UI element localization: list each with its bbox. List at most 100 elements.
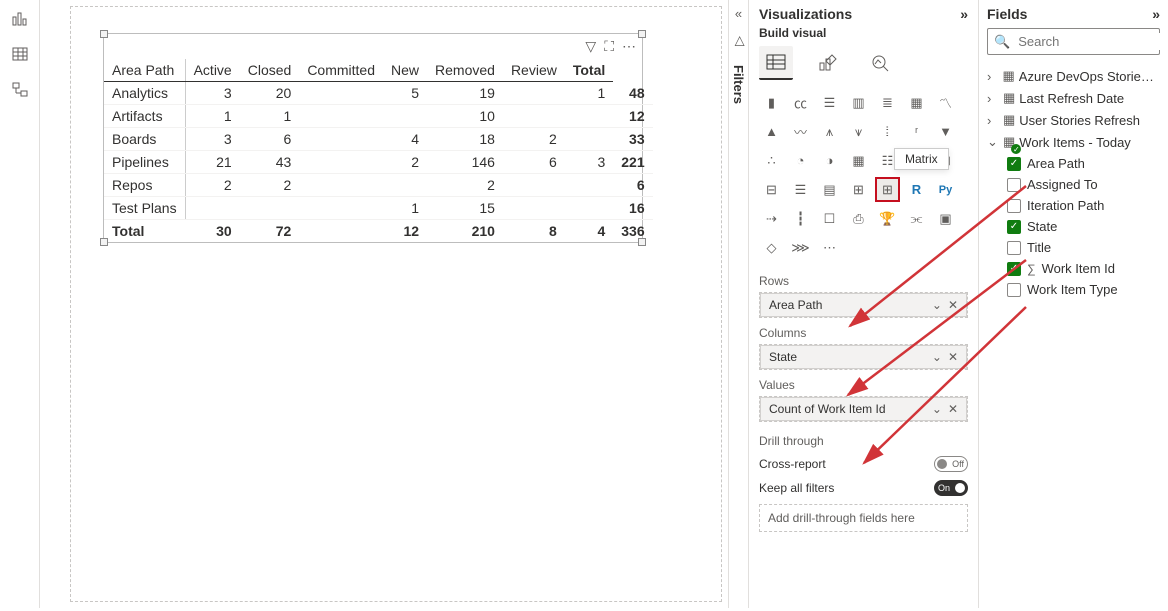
viz-icon-33[interactable]: ⫘ (904, 206, 929, 231)
fields-search[interactable]: 🔍 (987, 28, 1160, 55)
viz-icon-13[interactable]: ▼ (933, 119, 958, 144)
viz-icon-0[interactable]: ▮ (759, 90, 784, 115)
matrix-row-label[interactable]: Pipelines (104, 151, 185, 174)
matrix-col-header[interactable]: Active (185, 59, 240, 82)
field-item[interactable]: ✓State (987, 216, 1160, 237)
field-item[interactable]: Assigned To (987, 174, 1160, 195)
drill-through-dropzone[interactable]: Add drill-through fields here (759, 504, 968, 532)
chevron-down-icon[interactable]: ⌄ (932, 298, 942, 312)
data-view-icon[interactable] (8, 42, 32, 66)
viz-icon-32[interactable]: 🏆 (875, 206, 900, 231)
matrix-col-header[interactable]: Review (503, 59, 565, 82)
model-view-icon[interactable] (8, 78, 32, 102)
cross-report-toggle[interactable]: Off (934, 456, 968, 472)
analytics-tab[interactable] (863, 46, 897, 80)
report-view-icon[interactable] (8, 6, 32, 30)
field-item[interactable]: Title (987, 237, 1160, 258)
viz-icon-36[interactable]: ⋙ (788, 235, 813, 260)
matrix-viz-icon[interactable]: ⊞ (875, 177, 900, 202)
viz-icon-7[interactable]: ▲ (759, 119, 784, 144)
matrix-row-header[interactable]: Area Path (104, 59, 185, 82)
filters-collapse-rail[interactable]: « ▷ Filters (728, 0, 748, 608)
chevron-down-icon[interactable]: ⌄ (932, 350, 942, 364)
field-checkbox[interactable]: ✓ (1007, 157, 1021, 171)
field-checkbox[interactable] (1007, 178, 1021, 192)
viz-icon-17[interactable]: ▦ (846, 148, 871, 173)
expand-filters-icon[interactable]: « (735, 6, 742, 21)
viz-icon-3[interactable]: ▥ (846, 90, 871, 115)
viz-icon-30[interactable]: ☐ (817, 206, 842, 231)
chevron-down-icon[interactable]: ⌄ (932, 402, 942, 416)
viz-icon-8[interactable]: 〰 (788, 119, 813, 144)
columns-chip-state[interactable]: State ⌄✕ (760, 345, 967, 369)
field-checkbox[interactable]: ✓ (1007, 262, 1021, 276)
focus-mode-icon[interactable]: ⛶ (604, 38, 614, 55)
build-visual-tab[interactable] (759, 46, 793, 80)
viz-icon-26[interactable]: R (904, 177, 929, 202)
viz-icon-11[interactable]: ⵂ (875, 119, 900, 144)
values-chip-workitemid[interactable]: Count of Work Item Id ⌄✕ (760, 397, 967, 421)
table-item[interactable]: ›▦Last Refresh Date (987, 87, 1160, 109)
field-item[interactable]: ✓Area Path (987, 153, 1160, 174)
matrix-row-label[interactable]: Artifacts (104, 105, 185, 128)
viz-icon-29[interactable]: ┇ (788, 206, 813, 231)
matrix-visual[interactable]: ▽ ⛶ ⋯ Area PathActiveClosedCommittedNewR… (103, 33, 643, 243)
rows-chip-area-path[interactable]: Area Path ⌄✕ (760, 293, 967, 317)
table-item[interactable]: ›▦Azure DevOps Stories -... (987, 65, 1160, 87)
viz-icon-34[interactable]: ▣ (933, 206, 958, 231)
viz-icon-2[interactable]: ☰ (817, 90, 842, 115)
format-visual-tab[interactable] (811, 46, 845, 80)
matrix-col-header[interactable]: Removed (427, 59, 503, 82)
field-checkbox[interactable] (1007, 241, 1021, 255)
report-canvas[interactable]: ▽ ⛶ ⋯ Area PathActiveClosedCommittedNewR… (40, 0, 728, 608)
viz-icon-22[interactable]: ☰ (788, 177, 813, 202)
viz-icon-10[interactable]: ⩛ (846, 119, 871, 144)
viz-icon-15[interactable]: ◔ (788, 148, 813, 173)
search-input[interactable] (1016, 33, 1168, 50)
field-checkbox[interactable] (1007, 199, 1021, 213)
table-item[interactable]: ›▦User Stories Refresh (987, 109, 1160, 131)
viz-icon-14[interactable]: ∴ (759, 148, 784, 173)
viz-icon-1[interactable]: ㏄ (788, 90, 813, 115)
matrix-row-label[interactable]: Test Plans (104, 197, 185, 220)
table-item[interactable]: ⌄▦Work Items - Today (987, 131, 1160, 153)
viz-icon-12[interactable]: ʳ (904, 119, 929, 144)
matrix-col-header[interactable]: Closed (240, 59, 300, 82)
values-well[interactable]: Count of Work Item Id ⌄✕ (759, 396, 968, 422)
matrix-col-header[interactable]: New (383, 59, 427, 82)
viz-icon-35[interactable]: ◇ (759, 235, 784, 260)
filter-icon[interactable]: ▽ (585, 38, 596, 55)
remove-icon[interactable]: ✕ (948, 298, 958, 312)
matrix-row-label[interactable]: Repos (104, 174, 185, 197)
columns-well[interactable]: State ⌄✕ (759, 344, 968, 370)
field-checkbox[interactable]: ✓ (1007, 220, 1021, 234)
viz-icon-5[interactable]: ▦ (904, 90, 929, 115)
field-item[interactable]: Iteration Path (987, 195, 1160, 216)
field-item[interactable]: Work Item Type (987, 279, 1160, 300)
viz-icon-9[interactable]: ⩚ (817, 119, 842, 144)
collapse-fields-icon[interactable]: » (1152, 6, 1160, 22)
viz-icon-16[interactable]: ◑ (817, 148, 842, 173)
viz-icon-24[interactable]: ⊞ (846, 177, 871, 202)
viz-icon-27[interactable]: Py (933, 177, 958, 202)
filters-funnel-icon[interactable]: ▷ (731, 36, 747, 46)
viz-icon-6[interactable]: 〽 (933, 90, 958, 115)
keep-filters-toggle[interactable]: On (934, 480, 968, 496)
viz-icon-23[interactable]: ▤ (817, 177, 842, 202)
matrix-col-header[interactable]: Total (565, 59, 613, 82)
field-item[interactable]: ✓∑Work Item Id (987, 258, 1160, 279)
viz-icon-21[interactable]: ⊟ (759, 177, 784, 202)
viz-icon-28[interactable]: ⇢ (759, 206, 784, 231)
collapse-pane-icon[interactable]: » (960, 6, 968, 22)
remove-icon[interactable]: ✕ (948, 350, 958, 364)
rows-well[interactable]: Area Path ⌄✕ (759, 292, 968, 318)
field-checkbox[interactable] (1007, 283, 1021, 297)
viz-icon-31[interactable]: ⎙ (846, 206, 871, 231)
matrix-row-label[interactable]: Analytics (104, 82, 185, 105)
viz-icon-4[interactable]: ≣ (875, 90, 900, 115)
remove-icon[interactable]: ✕ (948, 402, 958, 416)
more-options-icon[interactable]: ⋯ (622, 38, 636, 55)
viz-icon-37[interactable]: ⋯ (817, 235, 842, 260)
matrix-row-label[interactable]: Boards (104, 128, 185, 151)
matrix-col-header[interactable]: Committed (299, 59, 383, 82)
